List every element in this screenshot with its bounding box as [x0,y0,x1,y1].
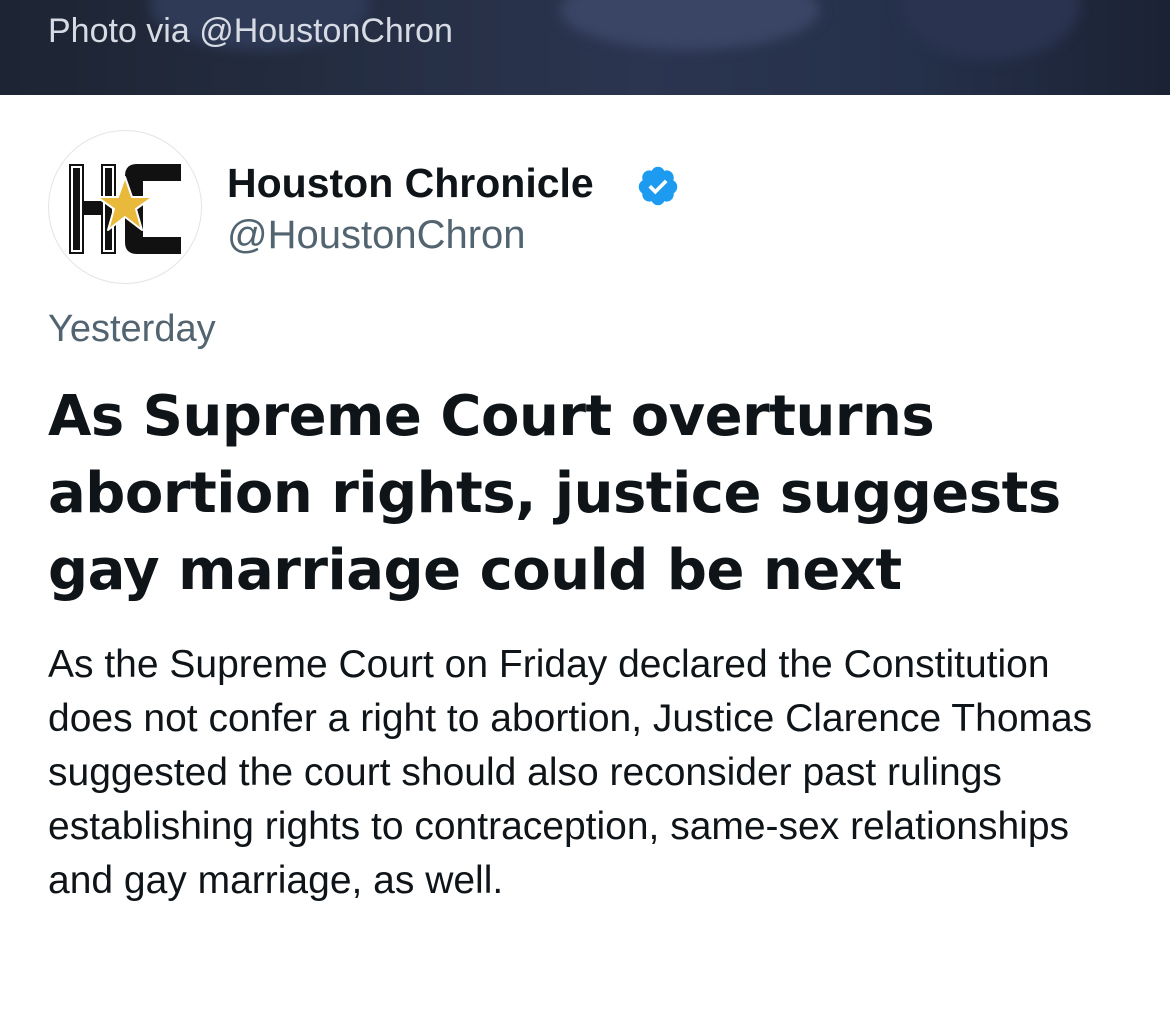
timestamp: Yesterday [48,308,216,350]
hc-logo-icon [69,164,181,254]
article-headline[interactable]: As Supreme Court overturns abortion righ… [48,378,1138,609]
photo-credit: Photo via @HoustonChron [48,12,453,50]
author-name[interactable]: Houston Chronicle [227,160,594,207]
avatar[interactable] [48,130,202,284]
author-handle[interactable]: @HoustonChron [227,213,526,258]
article-photo[interactable]: Photo via @HoustonChron [0,0,1170,95]
article-summary: As the Supreme Court on Friday declared … [48,643,1093,902]
verified-badge-icon [638,166,678,206]
